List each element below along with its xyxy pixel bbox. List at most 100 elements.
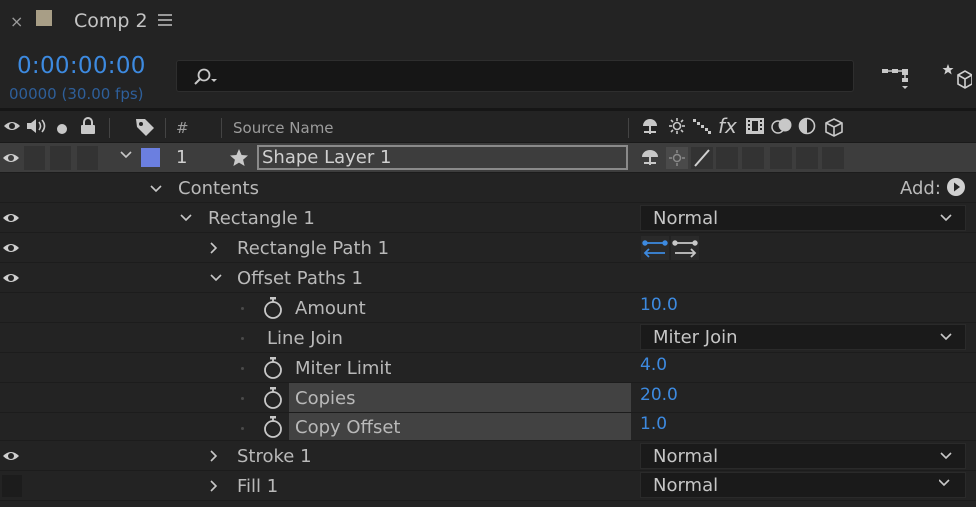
contents-label: Contents — [178, 178, 259, 199]
miter-limit-value[interactable]: 4.0 — [640, 355, 667, 375]
composition-flowchart-icon[interactable] — [880, 66, 912, 90]
shy-switch-header-icon[interactable] — [640, 117, 660, 135]
solo-header-icon[interactable] — [56, 123, 68, 135]
3d-layer-switch[interactable] — [822, 147, 844, 169]
layer-name-field[interactable]: Shape Layer 1 — [257, 145, 628, 170]
stroke-row[interactable]: Stroke 1 Normal — [0, 441, 976, 471]
motion-blur-header-icon[interactable] — [771, 117, 793, 135]
miter-limit-property-row[interactable]: Miter Limit 4.0 — [0, 353, 976, 383]
adjustment-layer-switch[interactable] — [796, 147, 818, 169]
solo-switch[interactable] — [50, 146, 71, 170]
close-tab-icon[interactable]: × — [10, 12, 23, 31]
audio-switch[interactable] — [24, 146, 45, 170]
stopwatch-icon[interactable] — [262, 386, 284, 410]
layer-number: 1 — [176, 147, 188, 168]
quality-switch-header-icon[interactable] — [692, 117, 712, 135]
keyframe-dot — [241, 397, 244, 400]
stopwatch-icon[interactable] — [262, 296, 284, 320]
collapse-switch[interactable] — [666, 147, 688, 169]
video-switch-header-icon[interactable] — [3, 117, 21, 135]
path-direction-reverse-icon[interactable] — [671, 236, 699, 260]
copies-value[interactable]: 20.0 — [640, 385, 678, 405]
chevron-down-icon[interactable] — [939, 478, 953, 492]
number-column-header[interactable]: # — [176, 119, 189, 137]
layer-name[interactable]: Shape Layer 1 — [262, 147, 391, 168]
chevron-right-icon[interactable] — [207, 449, 221, 463]
line-join-value: Miter Join — [653, 327, 738, 348]
copy-offset-value[interactable]: 1.0 — [640, 414, 667, 434]
source-name-column-header[interactable]: Source Name — [233, 119, 334, 137]
panel-menu-icon[interactable] — [158, 14, 172, 26]
rectangle-group-row[interactable]: Rectangle 1 Normal — [0, 203, 976, 233]
frame-blending-header-icon[interactable] — [745, 117, 765, 135]
frame-blending-switch[interactable] — [742, 147, 764, 169]
label-tag-icon[interactable] — [134, 117, 156, 137]
amount-value[interactable]: 10.0 — [640, 295, 678, 315]
visibility-switch-off[interactable] — [2, 475, 22, 497]
collapse-switch-header-icon[interactable] — [668, 117, 686, 135]
chevron-right-icon[interactable] — [207, 479, 221, 493]
copies-property-row[interactable]: Copies 20.0 — [0, 383, 976, 413]
quality-switch-icon[interactable] — [691, 147, 713, 169]
chevron-down-icon[interactable] — [149, 182, 163, 196]
keyframe-dot — [241, 427, 244, 430]
chevron-right-icon[interactable] — [207, 241, 221, 255]
line-join-label: Line Join — [267, 328, 343, 349]
column-divider — [221, 118, 222, 138]
chevron-down-icon[interactable] — [119, 148, 133, 162]
eye-icon[interactable] — [2, 239, 20, 257]
comp-tab-title[interactable]: Comp 2 — [74, 10, 148, 32]
copy-offset-property-row[interactable]: Copy Offset 1.0 — [0, 413, 976, 441]
stroke-blend-mode-value: Normal — [653, 446, 719, 467]
keyframe-dot — [241, 307, 244, 310]
rectangle-path-label: Rectangle Path 1 — [237, 238, 390, 259]
chevron-down-icon[interactable] — [209, 271, 223, 285]
stopwatch-icon[interactable] — [262, 356, 284, 380]
layer-row[interactable]: 1 Shape Layer 1 — [0, 143, 976, 173]
keyframe-dot — [241, 337, 244, 340]
draft-3d-icon[interactable] — [942, 61, 972, 91]
stopwatch-icon[interactable] — [262, 415, 284, 439]
column-divider — [165, 118, 166, 138]
column-divider — [628, 118, 629, 138]
adjustment-layer-header-icon[interactable] — [798, 117, 816, 135]
3d-layer-header-icon[interactable] — [824, 117, 844, 137]
amount-property-row[interactable]: Amount 10.0 — [0, 293, 976, 323]
lock-header-icon[interactable] — [80, 117, 96, 135]
path-direction-normal-icon[interactable] — [641, 236, 669, 260]
effects-switch[interactable] — [716, 147, 738, 169]
chevron-down-icon[interactable] — [939, 330, 953, 344]
blend-mode-dropdown[interactable]: Normal — [640, 205, 966, 231]
fill-row[interactable]: Fill 1 Normal — [0, 471, 976, 501]
contents-row[interactable]: Contents Add: — [0, 174, 976, 203]
frame-count-display: 00000 (30.00 fps) — [9, 85, 144, 103]
copy-offset-label: Copy Offset — [295, 417, 401, 438]
lock-switch[interactable] — [77, 146, 98, 170]
chevron-down-icon[interactable] — [179, 211, 193, 225]
eye-icon[interactable] — [2, 209, 20, 227]
layer-label-color[interactable] — [141, 148, 160, 167]
column-divider — [109, 118, 110, 138]
shy-switch-icon[interactable] — [639, 148, 661, 166]
audio-switch-header-icon[interactable] — [25, 117, 47, 135]
fill-blend-mode-dropdown[interactable]: Normal — [640, 472, 966, 498]
offset-paths-label: Offset Paths 1 — [237, 268, 363, 289]
add-menu-play-icon[interactable] — [946, 177, 966, 197]
chevron-down-icon[interactable] — [939, 211, 953, 225]
blend-mode-value: Normal — [653, 208, 719, 229]
line-join-property-row[interactable]: Line Join Miter Join — [0, 323, 976, 353]
search-icon[interactable] — [191, 67, 219, 87]
current-time-display[interactable]: 0:00:00:00 — [17, 53, 146, 79]
line-join-dropdown[interactable]: Miter Join — [640, 324, 966, 350]
effects-switch-header[interactable]: fx — [718, 114, 737, 138]
chevron-down-icon[interactable] — [939, 449, 953, 463]
eye-icon[interactable] — [2, 447, 20, 465]
stroke-blend-mode-dropdown[interactable]: Normal — [640, 443, 966, 469]
rectangle-path-row[interactable]: Rectangle Path 1 — [0, 233, 976, 263]
eye-icon[interactable] — [2, 149, 20, 167]
motion-blur-switch[interactable] — [770, 147, 792, 169]
fill-blend-mode-value: Normal — [653, 475, 719, 496]
search-input[interactable] — [176, 60, 854, 92]
offset-paths-row[interactable]: Offset Paths 1 — [0, 263, 976, 293]
eye-icon[interactable] — [2, 269, 20, 287]
